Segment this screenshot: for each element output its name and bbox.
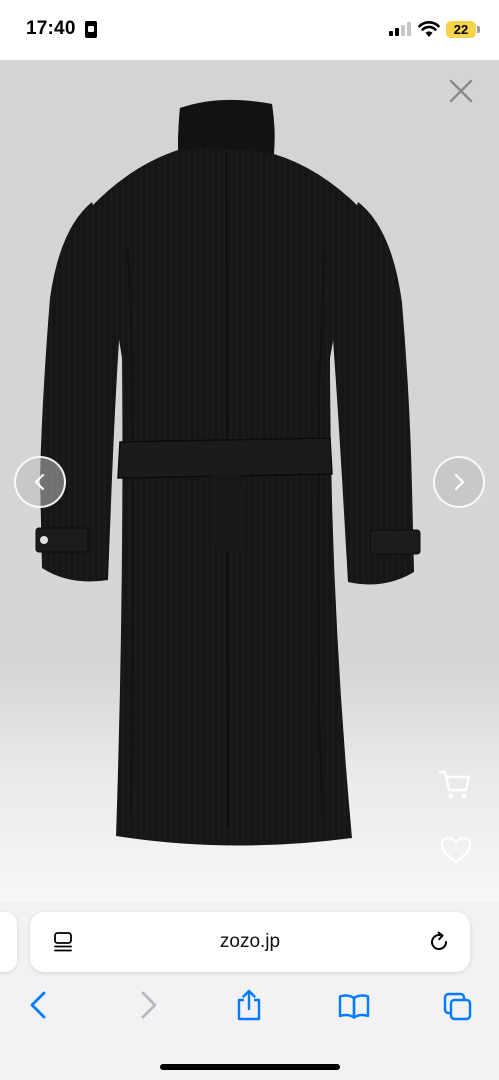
heart-icon — [440, 836, 472, 864]
tabs-button[interactable] — [442, 988, 474, 1022]
favorite-button[interactable] — [439, 834, 473, 866]
cart-icon — [438, 770, 471, 799]
home-indicator — [160, 1064, 340, 1070]
status-time: 17:40 — [26, 18, 76, 39]
browser-chrome: zozo.jp — [0, 902, 499, 1080]
previous-tab-preview[interactable] — [0, 912, 17, 972]
previous-image-button[interactable] — [14, 456, 66, 508]
bookmarks-icon — [338, 994, 370, 1019]
add-to-cart-button[interactable] — [437, 766, 473, 802]
close-button[interactable] — [448, 78, 474, 104]
back-button[interactable] — [23, 988, 55, 1022]
chevron-left-icon — [34, 473, 45, 491]
cellular-signal-icon — [389, 22, 411, 36]
product-image-coat — [35, 99, 421, 846]
reload-icon[interactable] — [427, 930, 451, 954]
bookmarks-button[interactable] — [338, 988, 370, 1022]
battery-tip-icon — [477, 26, 480, 33]
share-icon — [237, 989, 261, 1021]
battery-level: 22 — [446, 21, 476, 38]
url-text[interactable]: zozo.jp — [30, 912, 470, 972]
forward-icon — [141, 991, 157, 1019]
tabs-icon — [443, 992, 472, 1021]
sim-card-icon — [85, 21, 97, 38]
wifi-icon — [418, 21, 440, 37]
status-bar: 17:40 22 — [0, 0, 499, 60]
share-button[interactable] — [233, 988, 265, 1022]
back-icon — [30, 991, 46, 1019]
chevron-right-icon — [454, 473, 465, 491]
next-image-button[interactable] — [433, 456, 485, 508]
product-image-viewer[interactable] — [0, 60, 499, 902]
close-icon — [449, 79, 473, 103]
address-bar[interactable]: zozo.jp — [30, 912, 470, 972]
forward-button[interactable] — [132, 988, 164, 1022]
